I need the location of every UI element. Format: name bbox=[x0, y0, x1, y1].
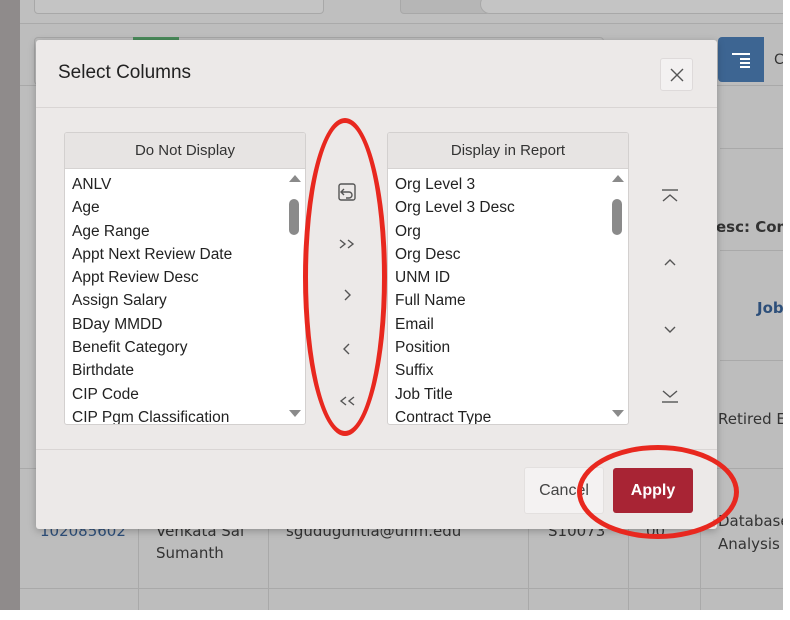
list-item[interactable]: BDay MMDD bbox=[72, 313, 305, 336]
row-name-line2: Sumanth bbox=[156, 544, 224, 562]
list-item[interactable]: ANLV bbox=[72, 173, 305, 196]
list-item[interactable]: Contract Type bbox=[395, 406, 628, 424]
double-chevron-left-icon bbox=[339, 396, 355, 406]
list-item[interactable]: Appt Review Desc bbox=[72, 266, 305, 289]
dialog-footer: Cancel Apply bbox=[36, 449, 717, 529]
scroll-up-arrow-icon[interactable] bbox=[612, 175, 624, 182]
list-settings-icon bbox=[732, 52, 750, 68]
list-item[interactable]: Position bbox=[395, 336, 628, 359]
move-to-bottom-icon bbox=[662, 390, 678, 403]
right-scrollbar[interactable] bbox=[608, 169, 628, 424]
retired-text-partial: Retired E bbox=[718, 410, 783, 428]
top-search-box bbox=[34, 0, 324, 14]
top-bar bbox=[20, 0, 783, 24]
move-bottom-button[interactable] bbox=[653, 378, 687, 412]
list-item[interactable]: Birthdate bbox=[72, 359, 305, 382]
move-to-top-icon bbox=[662, 189, 678, 202]
list-item[interactable]: Org Level 3 bbox=[395, 173, 628, 196]
column-header-partial: esc: Com bbox=[716, 218, 783, 236]
dialog-header: Select Columns bbox=[36, 40, 717, 108]
list-item[interactable]: Age Range bbox=[72, 220, 305, 243]
do-not-display-list[interactable]: Do Not Display ANLV Age Age Range Appt Next… bbox=[64, 132, 306, 425]
left-rail bbox=[0, 0, 20, 610]
apply-button[interactable]: Apply bbox=[613, 468, 693, 513]
screen: C esc: Com Job Retired E 102085602 Venka… bbox=[0, 0, 790, 620]
scroll-down-arrow-icon[interactable] bbox=[612, 410, 624, 417]
scroll-thumb[interactable] bbox=[289, 199, 299, 235]
cancel-button[interactable]: Cancel bbox=[524, 467, 604, 514]
list-item[interactable]: Org Desc bbox=[395, 243, 628, 266]
list-item[interactable]: Suffix bbox=[395, 359, 628, 382]
top-button bbox=[400, 0, 490, 14]
list-item[interactable]: CIP Pgm Classification bbox=[72, 406, 305, 424]
display-in-report-list[interactable]: Display in Report Org Level 3 Org Level 3… bbox=[387, 132, 629, 425]
list-item[interactable]: CIP Code bbox=[72, 383, 305, 406]
list-item[interactable]: Org bbox=[395, 220, 628, 243]
reset-button[interactable] bbox=[330, 175, 364, 209]
dialog-title: Select Columns bbox=[58, 62, 192, 83]
divider bbox=[20, 588, 783, 589]
list-item[interactable]: Full Name bbox=[395, 289, 628, 312]
move-left-button[interactable] bbox=[330, 332, 364, 366]
job-link-partial: Job bbox=[757, 299, 783, 317]
double-chevron-right-icon bbox=[339, 239, 355, 249]
divider bbox=[720, 148, 783, 149]
left-scrollbar[interactable] bbox=[285, 169, 305, 424]
scroll-down-arrow-icon[interactable] bbox=[289, 410, 301, 417]
resize-grip[interactable] bbox=[707, 519, 715, 527]
divider bbox=[720, 360, 783, 361]
list-item[interactable]: Job Title bbox=[395, 383, 628, 406]
list-item[interactable]: Assign Salary bbox=[72, 289, 305, 312]
move-up-button[interactable] bbox=[653, 245, 687, 279]
move-top-button[interactable] bbox=[653, 180, 687, 214]
close-icon bbox=[670, 68, 683, 81]
close-button[interactable] bbox=[660, 58, 693, 91]
list-item[interactable]: Email bbox=[395, 313, 628, 336]
list-item[interactable]: Appt Next Review Date bbox=[72, 243, 305, 266]
top-field bbox=[480, 0, 783, 14]
do-not-display-items: ANLV Age Age Range Appt Next Review Date App… bbox=[65, 169, 305, 424]
chevron-right-icon bbox=[344, 289, 351, 301]
chevron-down-icon bbox=[664, 326, 676, 333]
scroll-thumb[interactable] bbox=[612, 199, 622, 235]
list-item[interactable]: Org Level 3 Desc bbox=[395, 196, 628, 219]
display-in-report-items: Org Level 3 Org Level 3 Desc Org Org Desc UN… bbox=[388, 169, 628, 424]
row-desc-line1: Database bbox=[718, 512, 783, 530]
list-item[interactable]: UNM ID bbox=[395, 266, 628, 289]
move-all-right-button[interactable] bbox=[330, 227, 364, 261]
scroll-up-arrow-icon[interactable] bbox=[289, 175, 301, 182]
divider bbox=[720, 250, 783, 251]
row-desc-line2: Analysis bbox=[718, 535, 780, 553]
partial-label: C bbox=[774, 52, 783, 68]
chevron-up-icon bbox=[664, 259, 676, 266]
move-right-button[interactable] bbox=[330, 278, 364, 312]
list-item[interactable]: Benefit Category bbox=[72, 336, 305, 359]
select-columns-dialog: Select Columns Do Not Display ANLV Age Age… bbox=[36, 40, 717, 529]
list-item[interactable]: Age bbox=[72, 196, 305, 219]
chevron-left-icon bbox=[343, 343, 350, 355]
move-all-left-button[interactable] bbox=[330, 384, 364, 418]
column-settings-button bbox=[718, 37, 764, 82]
reset-icon bbox=[338, 183, 356, 201]
move-down-button[interactable] bbox=[653, 312, 687, 346]
do-not-display-header: Do Not Display bbox=[65, 133, 305, 169]
display-in-report-header: Display in Report bbox=[388, 133, 628, 169]
